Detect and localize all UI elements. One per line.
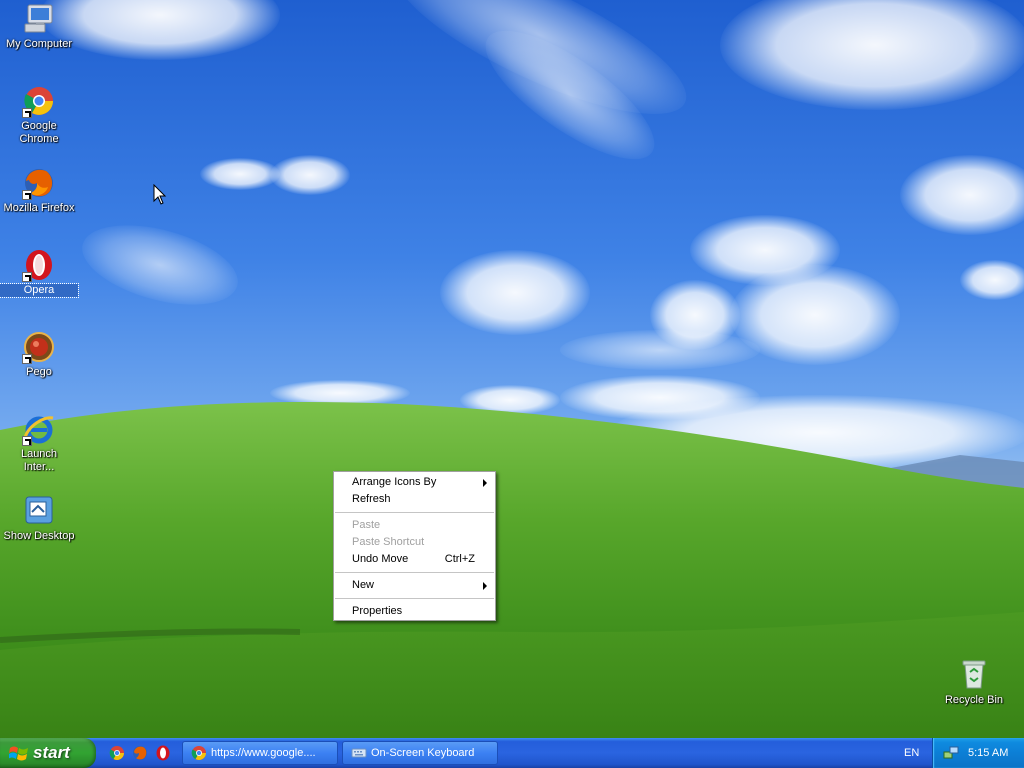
desktop-icon-label: Mozilla Firefox <box>3 202 75 214</box>
quick-launch-firefox-icon[interactable] <box>132 745 148 761</box>
menu-separator <box>335 598 494 599</box>
desktop-icon-recycle-bin[interactable]: Recycle Bin <box>935 658 1013 707</box>
show-desktop-icon <box>22 494 56 528</box>
taskbar-button-chrome[interactable]: https://www.google.... <box>182 741 338 765</box>
firefox-icon <box>22 166 56 200</box>
network-icon[interactable] <box>943 745 959 761</box>
desktop-icon-pego[interactable]: Pego <box>0 330 78 379</box>
menu-item-undo-move[interactable]: Undo Move Ctrl+Z <box>334 551 495 568</box>
shortcut-arrow-icon <box>22 354 32 364</box>
chrome-icon <box>22 84 56 118</box>
desktop-icon-my-computer[interactable]: My Computer <box>0 2 78 51</box>
quick-launch-chrome-icon[interactable] <box>109 745 125 761</box>
taskbar-button-label: On-Screen Keyboard <box>371 747 475 759</box>
submenu-arrow-icon <box>483 479 487 487</box>
shortcut-arrow-icon <box>22 190 32 200</box>
taskbar-button-label: https://www.google.... <box>211 747 316 759</box>
menu-item-label: Arrange Icons By <box>352 476 437 488</box>
desktop-icon-label: Show Desktop <box>3 530 75 542</box>
menu-item-paste: Paste <box>334 517 495 534</box>
menu-item-label: Properties <box>352 605 403 617</box>
language-indicator[interactable]: EN <box>904 738 919 768</box>
windows-flag-icon <box>9 746 28 761</box>
menu-item-label: Paste <box>352 519 381 531</box>
desktop-icon-label: Opera <box>0 283 79 298</box>
computer-icon <box>22 2 56 36</box>
keyboard-icon <box>351 748 367 758</box>
desktop-icon-label: Pego <box>26 366 52 378</box>
desktop-icon-mozilla-firefox[interactable]: Mozilla Firefox <box>0 166 78 215</box>
desktop-icon-google-chrome[interactable]: Google Chrome <box>0 84 78 146</box>
clock[interactable]: 5:15 AM <box>968 738 1008 768</box>
quick-launch-opera-icon[interactable] <box>155 745 171 761</box>
desktop-icon-show-desktop[interactable]: Show Desktop <box>0 494 78 543</box>
submenu-arrow-icon <box>483 582 487 590</box>
menu-item-label: Refresh <box>352 493 391 505</box>
menu-item-label: New <box>352 579 375 591</box>
hill-wallpaper <box>0 401 1024 738</box>
internet-explorer-icon <box>22 412 56 446</box>
mouse-pointer-icon <box>153 184 167 205</box>
taskbar-button-on-screen-keyboard[interactable]: On-Screen Keyboard <box>342 741 498 765</box>
menu-item-new[interactable]: New <box>334 577 495 594</box>
shortcut-arrow-icon <box>22 436 32 446</box>
recycle-bin-icon <box>957 658 991 692</box>
desktop[interactable]: My Computer Google Chrome Mozilla Firefo… <box>0 0 1024 738</box>
desktop-icon-label: Launch Inter... <box>20 448 58 473</box>
menu-separator <box>335 512 494 513</box>
menu-item-label: Undo Move <box>352 553 409 565</box>
desktop-context-menu[interactable]: Arrange Icons By Refresh Paste Paste Sho… <box>333 471 496 621</box>
desktop-icon-opera[interactable]: Opera <box>0 248 79 298</box>
system-tray: 5:15 AM <box>932 738 1024 768</box>
start-label: start <box>33 743 70 762</box>
menu-separator <box>335 572 494 573</box>
pego-icon <box>22 330 56 364</box>
menu-item-refresh[interactable]: Refresh <box>334 491 495 508</box>
taskbar: start https://www.google.... On-Screen K… <box>0 738 1024 768</box>
desktop-icon-launch-internet-explorer[interactable]: Launch Inter... <box>0 412 78 474</box>
shortcut-arrow-icon <box>22 108 32 118</box>
start-button[interactable]: start <box>0 738 96 768</box>
chrome-icon <box>191 746 206 760</box>
menu-item-arrange-icons-by[interactable]: Arrange Icons By <box>334 474 495 491</box>
desktop-icon-label: Recycle Bin <box>944 694 1004 706</box>
menu-item-shortcut: Ctrl+Z <box>444 553 475 565</box>
menu-item-label: Paste Shortcut <box>352 536 425 548</box>
opera-icon <box>22 248 56 282</box>
menu-item-paste-shortcut: Paste Shortcut <box>334 534 495 551</box>
desktop-icon-label: My Computer <box>5 38 73 50</box>
menu-item-properties[interactable]: Properties <box>334 603 495 620</box>
shortcut-arrow-icon <box>22 272 32 282</box>
desktop-icon-label: Google Chrome <box>19 120 59 145</box>
